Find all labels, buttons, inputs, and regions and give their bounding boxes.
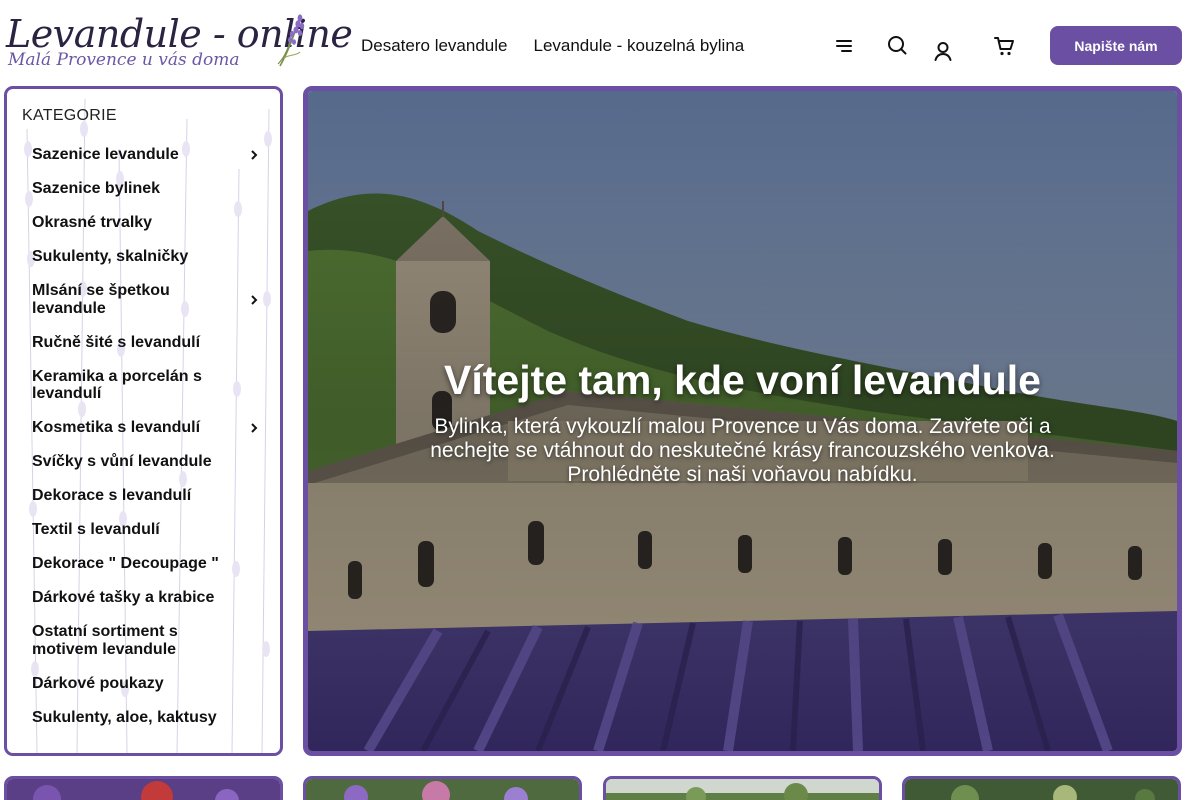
product-card[interactable] — [303, 776, 582, 800]
category-label: Sukulenty, aloe, kaktusy — [32, 708, 217, 726]
card-image — [905, 779, 1178, 800]
category-label: Textil s levandulí — [32, 521, 160, 538]
hero-text: Bylinka, která vykouzlí malou Provence u… — [430, 415, 1055, 486]
category-label: Dekorace s levandulí — [32, 487, 192, 504]
category-label: Keramika a porcelán s levandulí — [32, 367, 202, 403]
category-list: Sazenice levandule Sazenice bylinek Okra… — [22, 146, 266, 726]
category-label: Mlsání se špetkou levandule — [32, 282, 170, 317]
nav-link-kouzelna-bylina[interactable]: Levandule - kouzelná bylina — [533, 36, 744, 56]
site-header: Levandule - online Malá Provence u vás d… — [0, 0, 1200, 86]
site-logo[interactable]: Levandule - online Malá Provence u vás d… — [6, 10, 353, 72]
lavender-sprig-icon — [277, 14, 305, 67]
menu-icon[interactable] — [832, 34, 856, 58]
contact-button[interactable]: Napište nám — [1050, 26, 1182, 65]
card-image — [606, 779, 879, 800]
category-label: Okrasné trvalky — [32, 214, 153, 231]
category-item[interactable]: Mlsání se špetkou levandule — [22, 282, 266, 317]
category-item[interactable]: Textil s levandulí — [22, 521, 266, 539]
category-item[interactable]: Dárkové tašky a krabice — [22, 589, 266, 607]
logo-subtitle: Malá Provence u vás doma — [8, 50, 240, 70]
chevron-right-icon — [251, 150, 258, 160]
category-item[interactable]: Dekorace " Decoupage " — [22, 555, 266, 573]
hero-banner: Vítejte tam, kde voní levandule Bylinka,… — [303, 86, 1182, 756]
category-item[interactable]: Sazenice levandule — [22, 146, 266, 164]
category-label: Dárkové tašky a krabice — [32, 589, 215, 606]
chevron-right-icon — [251, 423, 258, 433]
category-item[interactable]: Ručně šité s levandulí — [22, 334, 266, 352]
cart-icon[interactable] — [992, 34, 1016, 58]
category-item[interactable]: Dárkové poukazy — [22, 675, 266, 693]
category-item[interactable]: Sazenice bylinek — [22, 180, 266, 198]
category-label: Ručně šité s levandulí — [32, 333, 201, 351]
user-icon[interactable] — [931, 39, 955, 63]
category-label: Ostatní sortiment s motivem levandule — [32, 623, 178, 658]
category-item[interactable]: Ostatní sortiment s motivem levandule — [22, 623, 266, 658]
category-label: Dekorace " Decoupage " — [32, 555, 219, 572]
main-nav: Desatero levandule Levandule - kouzelná … — [361, 36, 744, 56]
chevron-right-icon — [251, 294, 258, 305]
product-card[interactable] — [4, 776, 283, 800]
category-item[interactable]: Okrasné trvalky — [22, 214, 266, 232]
card-image — [7, 779, 280, 800]
category-item[interactable]: Svíčky s vůní levandule — [22, 453, 266, 471]
category-label: Sazenice levandule — [32, 146, 179, 163]
hero-title: Vítejte tam, kde voní levandule — [444, 357, 1041, 403]
product-card[interactable] — [603, 776, 882, 800]
nav-link-desatero[interactable]: Desatero levandule — [361, 36, 507, 56]
category-item[interactable]: Sukulenty, skalničky — [22, 248, 266, 266]
category-label: Svíčky s vůní levandule — [32, 453, 212, 470]
category-sidebar: KATEGORIE Sazenice levandule Sazenice by… — [4, 86, 283, 756]
category-item[interactable]: Sukulenty, aloe, kaktusy — [22, 709, 266, 727]
search-icon[interactable] — [885, 33, 909, 57]
category-item[interactable]: Keramika a porcelán s levandulí — [22, 368, 266, 403]
product-card[interactable] — [902, 776, 1181, 800]
category-label: Kosmetika s levandulí — [32, 419, 201, 436]
category-item[interactable]: Dekorace s levandulí — [22, 487, 266, 505]
categories-heading: KATEGORIE — [22, 107, 117, 124]
category-item[interactable]: Kosmetika s levandulí — [22, 419, 266, 437]
category-label: Sukulenty, skalničky — [32, 248, 189, 265]
category-label: Dárkové poukazy — [32, 674, 164, 692]
card-image — [306, 779, 579, 800]
category-label: Sazenice bylinek — [32, 180, 161, 197]
